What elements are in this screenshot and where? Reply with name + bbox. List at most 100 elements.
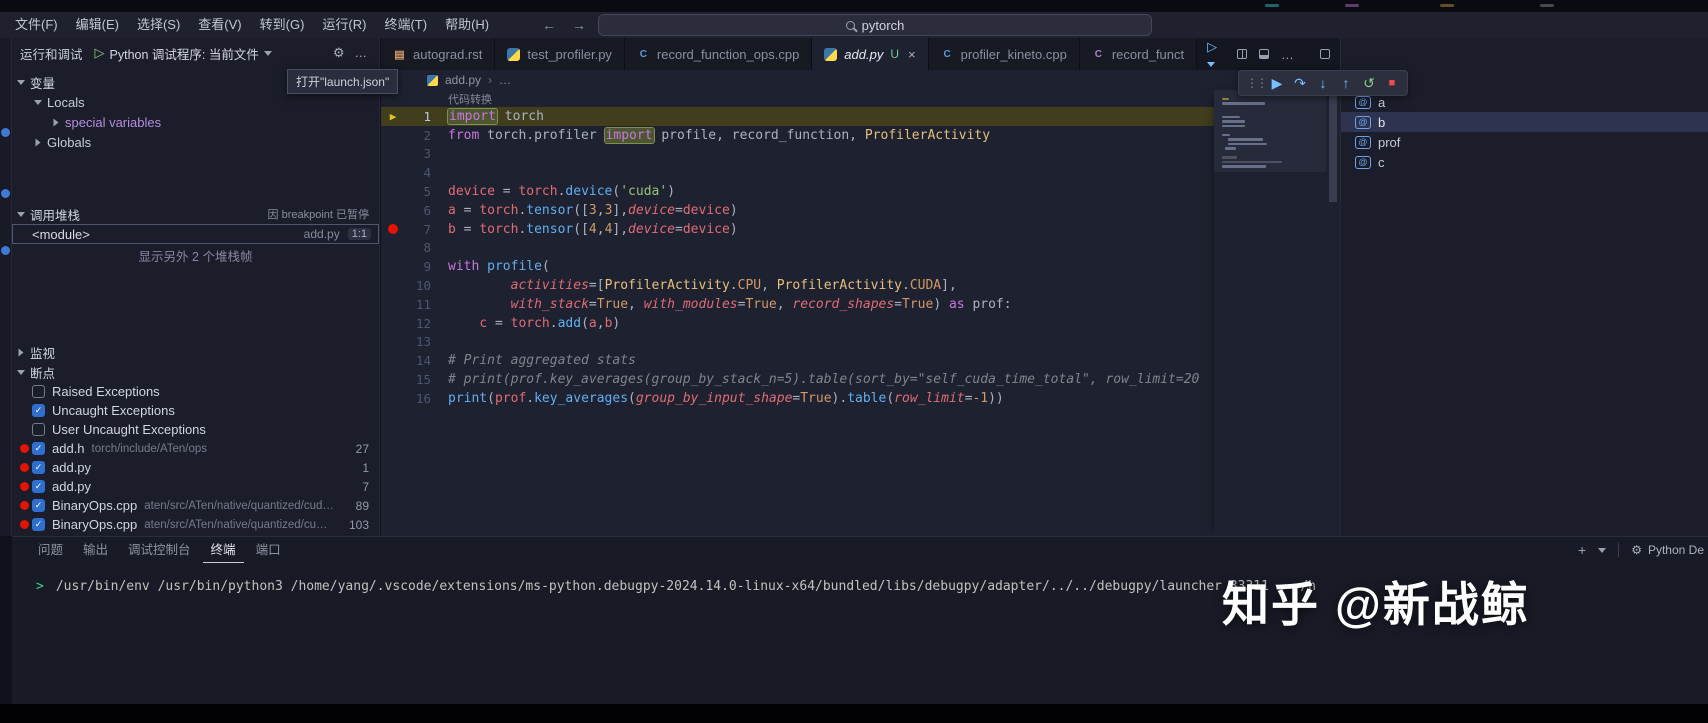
breakpoint-row[interactable]: ✓ add.py 1: [12, 458, 379, 477]
continue-icon[interactable]: ▶: [1269, 75, 1285, 92]
outline-item-prof[interactable]: @ prof: [1341, 132, 1708, 152]
variables-special[interactable]: special variables: [12, 112, 379, 132]
breakpoint-checkbox[interactable]: ✓: [32, 480, 45, 493]
debug-config-dropdown[interactable]: ▷ Python 调试程序: 当前文件: [95, 44, 272, 63]
menu-item[interactable]: 编辑(E): [67, 12, 128, 38]
code-line[interactable]: 4: [381, 163, 1214, 182]
breadcrumb-file[interactable]: add.py: [445, 73, 481, 87]
code-line[interactable]: 10 activities=[ProfilerActivity.CPU, Pro…: [381, 276, 1214, 295]
outline-item-c[interactable]: @ c: [1341, 152, 1708, 172]
more-actions-icon[interactable]: …: [351, 46, 372, 60]
tab-profiler_kineto.cpp[interactable]: Cprofiler_kineto.cpp: [928, 38, 1080, 70]
start-debug-icon[interactable]: ▷: [95, 45, 105, 61]
variables-globals[interactable]: Globals: [12, 132, 379, 152]
step-over-icon[interactable]: ↷: [1292, 75, 1308, 92]
code-line[interactable]: 12 c = torch.add(a,b): [381, 314, 1214, 333]
breakpoint-row[interactable]: ✓ Uncaught Exceptions: [12, 401, 379, 420]
breakpoint-row[interactable]: ✓ BinaryOps.cpp aten/src/ATen/native/quant…: [12, 515, 379, 534]
watch-section-header[interactable]: 监视: [12, 342, 379, 362]
code-line[interactable]: 15 # print(prof.key_averages(group_by_sta…: [381, 370, 1214, 389]
panel-tab-终端[interactable]: 终端: [202, 538, 244, 563]
panel-tab-端口[interactable]: 端口: [248, 538, 289, 563]
tab-record_funct[interactable]: Crecord_funct: [1079, 38, 1198, 70]
code-line[interactable]: 7 b = torch.tensor([4,4],device=device): [381, 220, 1214, 239]
menu-item[interactable]: 查看(V): [189, 12, 250, 38]
code-line[interactable]: 9 with profile(: [381, 257, 1214, 276]
menu-item[interactable]: 转到(G): [251, 12, 314, 38]
code-line[interactable]: 16 print(prof.key_averages(group_by_input…: [381, 389, 1214, 408]
editor-layout-icon[interactable]: [1319, 49, 1330, 59]
gear-icon[interactable]: ⚙: [333, 45, 345, 61]
breakpoint-checkbox[interactable]: ✓: [32, 461, 45, 474]
variables-locals[interactable]: Locals: [12, 92, 379, 112]
code-line[interactable]: 11 with_stack=True, with_modules=True, r…: [381, 295, 1214, 314]
show-more-frames-link[interactable]: 显示另外 2 个堆栈帧: [12, 244, 379, 266]
minimap[interactable]: [1214, 90, 1326, 536]
breakpoint-row[interactable]: ✓ BinaryOps.cpp aten/src/ATen/native/quant…: [12, 496, 379, 515]
rst-file-icon: ▤: [394, 48, 405, 61]
panel-tab-问题[interactable]: 问题: [30, 538, 71, 563]
breakpoint-checkbox[interactable]: ✓: [32, 442, 45, 455]
run-python-file-button[interactable]: ▷: [1207, 39, 1225, 70]
code-line[interactable]: 2 from torch.profiler import profile, rec…: [381, 126, 1214, 145]
breakpoint-row[interactable]: User Uncaught Exceptions: [12, 420, 379, 439]
breakpoint-icon[interactable]: [381, 224, 405, 234]
code-line[interactable]: 14 # Print aggregated stats: [381, 351, 1214, 370]
terminal-profile-entry[interactable]: ⚙ Python De: [1631, 543, 1704, 557]
more-actions-icon[interactable]: …: [1281, 47, 1294, 62]
forward-arrow-icon[interactable]: →: [572, 17, 586, 33]
breakpoint-row[interactable]: ✓ add.py 7: [12, 477, 379, 496]
menu-item[interactable]: 选择(S): [128, 12, 189, 38]
layout-icon[interactable]: [1258, 49, 1269, 59]
code-editor[interactable]: 代码转换 ▶ 1 import torch 2 from torch.profiler …: [381, 90, 1214, 536]
menu-item[interactable]: 文件(F): [6, 12, 67, 38]
menu-item[interactable]: 运行(R): [313, 12, 375, 38]
stack-frame-row[interactable]: <module> add.py 1:1: [12, 224, 379, 244]
breakpoint-checkbox[interactable]: [32, 423, 45, 436]
panel-tab-调试控制台[interactable]: 调试控制台: [120, 538, 199, 563]
callstack-section-header[interactable]: 调用堆栈 因 breakpoint 已暂停: [12, 204, 379, 224]
tab-test_profiler.py[interactable]: test_profiler.py: [495, 38, 625, 70]
breadcrumb-more[interactable]: …: [499, 73, 511, 87]
activity-bar-strip[interactable]: [0, 38, 12, 536]
code-line[interactable]: 8: [381, 239, 1214, 258]
menu-item[interactable]: 帮助(H): [436, 12, 498, 38]
panel-tab-输出[interactable]: 输出: [75, 538, 116, 563]
restart-icon[interactable]: ↺: [1361, 75, 1377, 92]
split-editor-icon[interactable]: [1236, 49, 1247, 59]
python-file-icon: [427, 74, 438, 86]
minimap-line: [1222, 160, 1282, 164]
new-terminal-icon[interactable]: +: [1578, 542, 1586, 558]
close-icon[interactable]: ×: [906, 47, 916, 62]
breakpoint-row[interactable]: Raised Exceptions: [12, 382, 379, 401]
chevron-down-icon[interactable]: [1598, 547, 1607, 553]
step-out-icon[interactable]: ↑: [1338, 75, 1354, 91]
tab-autograd.rst[interactable]: ▤ autograd.rst: [381, 38, 496, 70]
tab-add.py[interactable]: add.py U ×: [812, 38, 929, 70]
command-center-search[interactable]: pytorch: [598, 14, 1152, 36]
editor-scrollbar[interactable]: [1326, 90, 1340, 536]
breakpoint-row[interactable]: ✓ add.h torch/include/ATen/ops 27: [12, 439, 379, 458]
codelens-action[interactable]: 代码转换: [381, 90, 1214, 107]
code-line[interactable]: 3: [381, 145, 1214, 164]
step-into-icon[interactable]: ↓: [1315, 75, 1331, 91]
outline-item-b[interactable]: @ b: [1341, 112, 1708, 132]
code-line[interactable]: ▶ 1 import torch: [381, 107, 1214, 126]
menu-item[interactable]: 终端(T): [375, 12, 436, 38]
scrollbar-thumb[interactable]: [1329, 92, 1337, 202]
stop-icon[interactable]: ■: [1384, 77, 1400, 89]
tab-record_function_ops.cpp[interactable]: Crecord_function_ops.cpp: [624, 38, 813, 70]
code-line[interactable]: 5 device = torch.device('cuda'): [381, 182, 1214, 201]
breakpoints-section-header[interactable]: 断点: [12, 362, 379, 382]
code-line[interactable]: 6 a = torch.tensor([3,3],device=device): [381, 201, 1214, 220]
back-arrow-icon[interactable]: ←: [542, 17, 556, 33]
breakpoint-checkbox[interactable]: ✓: [32, 518, 45, 531]
code-line[interactable]: 13: [381, 333, 1214, 352]
breakpoint-checkbox[interactable]: ✓: [32, 499, 45, 512]
breakpoint-checkbox[interactable]: [32, 385, 45, 398]
breakpoint-checkbox[interactable]: ✓: [32, 404, 45, 417]
breadcrumb[interactable]: add.py › …: [381, 70, 1340, 90]
drag-handle-icon: ⋮⋮: [1246, 76, 1268, 90]
debug-current-line-icon[interactable]: ▶: [381, 110, 405, 123]
cropped-window-artifact: [1345, 4, 1359, 7]
